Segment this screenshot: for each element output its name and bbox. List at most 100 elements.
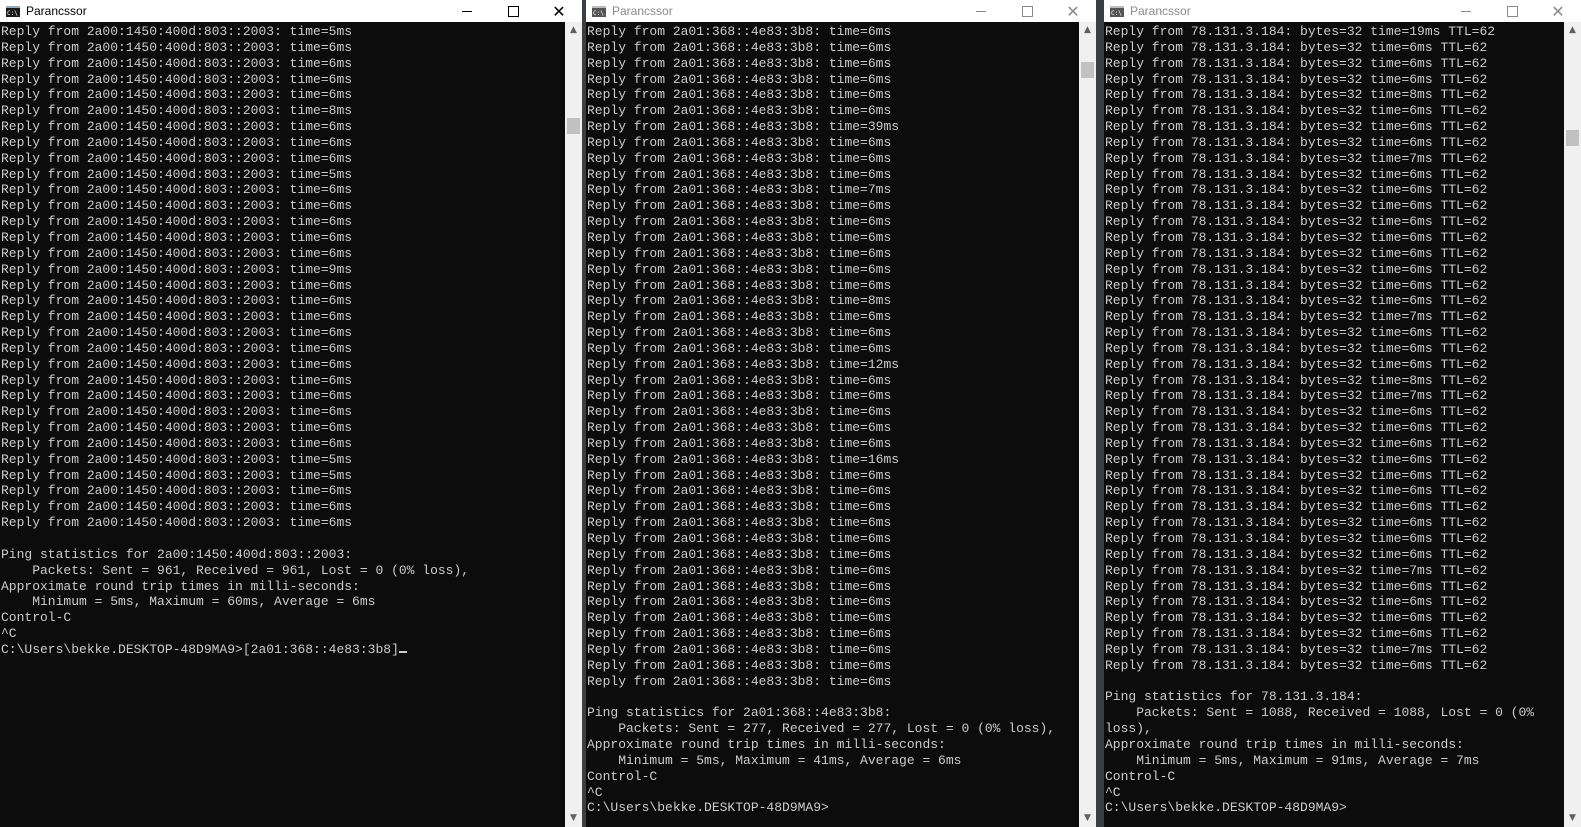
console-line: Reply from 2a01:368::4e83:3b8: time=6ms <box>587 388 892 404</box>
vertical-scrollbar[interactable]: ▲ ▼ <box>565 22 582 827</box>
console-line: Reply from 78.131.3.184: bytes=32 time=6… <box>1105 594 1488 610</box>
minimize-icon[interactable] <box>958 0 1004 22</box>
command-prompt[interactable]: C:\Users\bekke.DESKTOP-48D9MA9> <box>1105 800 1564 816</box>
console-line: Reply from 78.131.3.184: bytes=32 time=8… <box>1105 372 1488 388</box>
console-line: Reply from 2a01:368::4e83:3b8: time=6ms <box>587 546 892 562</box>
console-line: Reply from 78.131.3.184: bytes=32 time=6… <box>1105 103 1488 119</box>
console-line: Reply from 2a00:1450:400d:803::2003: tim… <box>1 24 353 39</box>
console-line: Reply from 2a00:1450:400d:803::2003: tim… <box>1 293 353 309</box>
prompt-text: C:\Users\bekke.DESKTOP-48D9MA9>[2a01:368… <box>1 641 399 657</box>
cmd-window-1[interactable]: C:\ Parancssor ✕ Reply from 2a00:1450:40… <box>0 0 582 827</box>
console-output[interactable]: Reply from 2a01:368::4e83:3b8: time=6ms R… <box>586 24 1079 827</box>
title-bar[interactable]: C:\ Parancssor ✕ <box>586 0 1096 22</box>
scroll-thumb[interactable] <box>1566 130 1579 146</box>
console-line: Reply from 78.131.3.184: bytes=32 time=6… <box>1105 198 1488 214</box>
console-line: Reply from 78.131.3.184: bytes=32 time=6… <box>1105 499 1488 515</box>
console-line: Reply from 2a01:368::4e83:3b8: time=6ms <box>587 150 892 166</box>
close-icon[interactable]: ✕ <box>536 0 582 22</box>
window-title: Parancssor <box>1130 4 1191 18</box>
vertical-scrollbar[interactable]: ▲ ▼ <box>1079 22 1096 827</box>
console-line: Reply from 78.131.3.184: bytes=32 time=6… <box>1105 356 1488 372</box>
title-bar[interactable]: C:\ Parancssor ✕ <box>0 0 582 22</box>
console-line: Packets: Sent = 1088, Received = 1088, L… <box>1105 705 1535 721</box>
console-line: Reply from 78.131.3.184: bytes=32 time=6… <box>1105 626 1488 642</box>
scroll-up-icon[interactable]: ▲ <box>1564 22 1581 39</box>
console-line: Reply from 78.131.3.184: bytes=32 time=6… <box>1105 325 1488 341</box>
close-icon[interactable]: ✕ <box>1535 0 1581 22</box>
cmd-icon: C:\ <box>1110 5 1124 17</box>
console-line: Reply from 78.131.3.184: bytes=32 time=6… <box>1105 578 1488 594</box>
console-line: Reply from 2a01:368::4e83:3b8: time=6ms <box>587 71 892 87</box>
maximize-icon[interactable] <box>1004 0 1050 22</box>
console-line: Packets: Sent = 277, Received = 277, Los… <box>587 721 1056 737</box>
title-bar[interactable]: C:\ Parancssor ✕ <box>1104 0 1581 22</box>
minimize-icon[interactable] <box>444 0 490 22</box>
console-line: Reply from 2a00:1450:400d:803::2003: tim… <box>1 372 353 388</box>
command-prompt[interactable]: C:\Users\bekke.DESKTOP-48D9MA9>[2a01:368… <box>1 642 565 658</box>
scroll-thumb[interactable] <box>567 118 580 134</box>
console-line: Reply from 2a00:1450:400d:803::2003: tim… <box>1 198 353 214</box>
console-line: Reply from 78.131.3.184: bytes=32 time=1… <box>1105 24 1496 39</box>
console-line: Reply from 2a00:1450:400d:803::2003: tim… <box>1 340 353 356</box>
console-line: Reply from 2a00:1450:400d:803::2003: tim… <box>1 261 353 277</box>
console-line: ^C <box>1 626 17 642</box>
console-output[interactable]: Reply from 2a00:1450:400d:803::2003: tim… <box>0 24 565 827</box>
console-line: Reply from 2a00:1450:400d:803::2003: tim… <box>1 404 353 420</box>
console-line: Reply from 2a01:368::4e83:3b8: time=6ms <box>587 641 892 657</box>
console-line: Ping statistics for 2a00:1450:400d:803::… <box>1 546 353 562</box>
console-line: Reply from 2a01:368::4e83:3b8: time=6ms <box>587 325 892 341</box>
console-line: Reply from 78.131.3.184: bytes=32 time=6… <box>1105 71 1488 87</box>
console-line: Reply from 2a01:368::4e83:3b8: time=6ms <box>587 166 892 182</box>
console-line: Reply from 2a01:368::4e83:3b8: time=6ms <box>587 134 892 150</box>
console-line: Reply from 78.131.3.184: bytes=32 time=6… <box>1105 657 1488 673</box>
console-line: Reply from 78.131.3.184: bytes=32 time=6… <box>1105 134 1488 150</box>
scroll-down-icon[interactable]: ▼ <box>1564 810 1581 827</box>
console-line: Reply from 2a01:368::4e83:3b8: time=6ms <box>587 24 892 39</box>
scroll-down-icon[interactable]: ▼ <box>1079 810 1096 827</box>
console-line: Reply from 78.131.3.184: bytes=32 time=6… <box>1105 404 1488 420</box>
console-output[interactable]: Reply from 78.131.3.184: bytes=32 time=1… <box>1104 24 1564 827</box>
console-line: Reply from 2a00:1450:400d:803::2003: tim… <box>1 87 353 103</box>
scroll-up-icon[interactable]: ▲ <box>565 22 582 39</box>
console-line: Reply from 2a01:368::4e83:3b8: time=6ms <box>587 261 892 277</box>
command-prompt[interactable]: C:\Users\bekke.DESKTOP-48D9MA9> <box>587 800 1079 816</box>
minimize-icon[interactable] <box>1443 0 1489 22</box>
console-line: Reply from 2a00:1450:400d:803::2003: tim… <box>1 71 353 87</box>
console-line: Reply from 2a00:1450:400d:803::2003: tim… <box>1 435 353 451</box>
console-line: Reply from 2a01:368::4e83:3b8: time=6ms <box>587 673 892 689</box>
console-line: Reply from 78.131.3.184: bytes=32 time=6… <box>1105 229 1488 245</box>
close-icon[interactable]: ✕ <box>1050 0 1096 22</box>
console-line: Ping statistics for 2a01:368::4e83:3b8: <box>587 705 892 721</box>
maximize-icon[interactable] <box>490 0 536 22</box>
console-line: Reply from 2a01:368::4e83:3b8: time=16ms <box>587 451 900 467</box>
console-line: Reply from 2a01:368::4e83:3b8: time=6ms <box>587 55 892 71</box>
maximize-icon[interactable] <box>1489 0 1535 22</box>
console-line: Reply from 2a01:368::4e83:3b8: time=6ms <box>587 657 892 673</box>
console-line: Reply from 78.131.3.184: bytes=32 time=6… <box>1105 182 1488 198</box>
console-line: ^C <box>587 784 603 800</box>
cmd-window-3[interactable]: C:\ Parancssor ✕ Reply from 78.131.3.184… <box>1104 0 1581 827</box>
prompt-text: C:\Users\bekke.DESKTOP-48D9MA9> <box>587 800 829 816</box>
cmd-icon: C:\ <box>6 5 20 17</box>
console-line: Reply from 2a00:1450:400d:803::2003: tim… <box>1 134 353 150</box>
console-line: Reply from 2a01:368::4e83:3b8: time=6ms <box>587 626 892 642</box>
scroll-up-icon[interactable]: ▲ <box>1079 22 1096 39</box>
console-line: Control-C <box>1105 768 1176 784</box>
console-line: Reply from 2a00:1450:400d:803::2003: tim… <box>1 483 353 499</box>
vertical-scrollbar[interactable]: ▲ ▼ <box>1564 22 1581 827</box>
console-line: Reply from 2a01:368::4e83:3b8: time=6ms <box>587 103 892 119</box>
console-line: Reply from 2a01:368::4e83:3b8: time=6ms <box>587 229 892 245</box>
console-line: Reply from 2a00:1450:400d:803::2003: tim… <box>1 214 353 230</box>
scroll-down-icon[interactable]: ▼ <box>565 810 582 827</box>
cmd-window-2[interactable]: C:\ Parancssor ✕ Reply from 2a01:368::4e… <box>586 0 1096 827</box>
console-line: Reply from 2a01:368::4e83:3b8: time=6ms <box>587 245 892 261</box>
console-line: Reply from 2a00:1450:400d:803::2003: tim… <box>1 229 353 245</box>
console-line: Reply from 78.131.3.184: bytes=32 time=6… <box>1105 293 1488 309</box>
console-line: Reply from 2a01:368::4e83:3b8: time=6ms <box>587 531 892 546</box>
console-line: Reply from 78.131.3.184: bytes=32 time=6… <box>1105 245 1488 261</box>
scroll-thumb[interactable] <box>1081 62 1094 78</box>
console-line: Reply from 2a00:1450:400d:803::2003: tim… <box>1 451 353 467</box>
console-line: Reply from 78.131.3.184: bytes=32 time=7… <box>1105 309 1488 325</box>
